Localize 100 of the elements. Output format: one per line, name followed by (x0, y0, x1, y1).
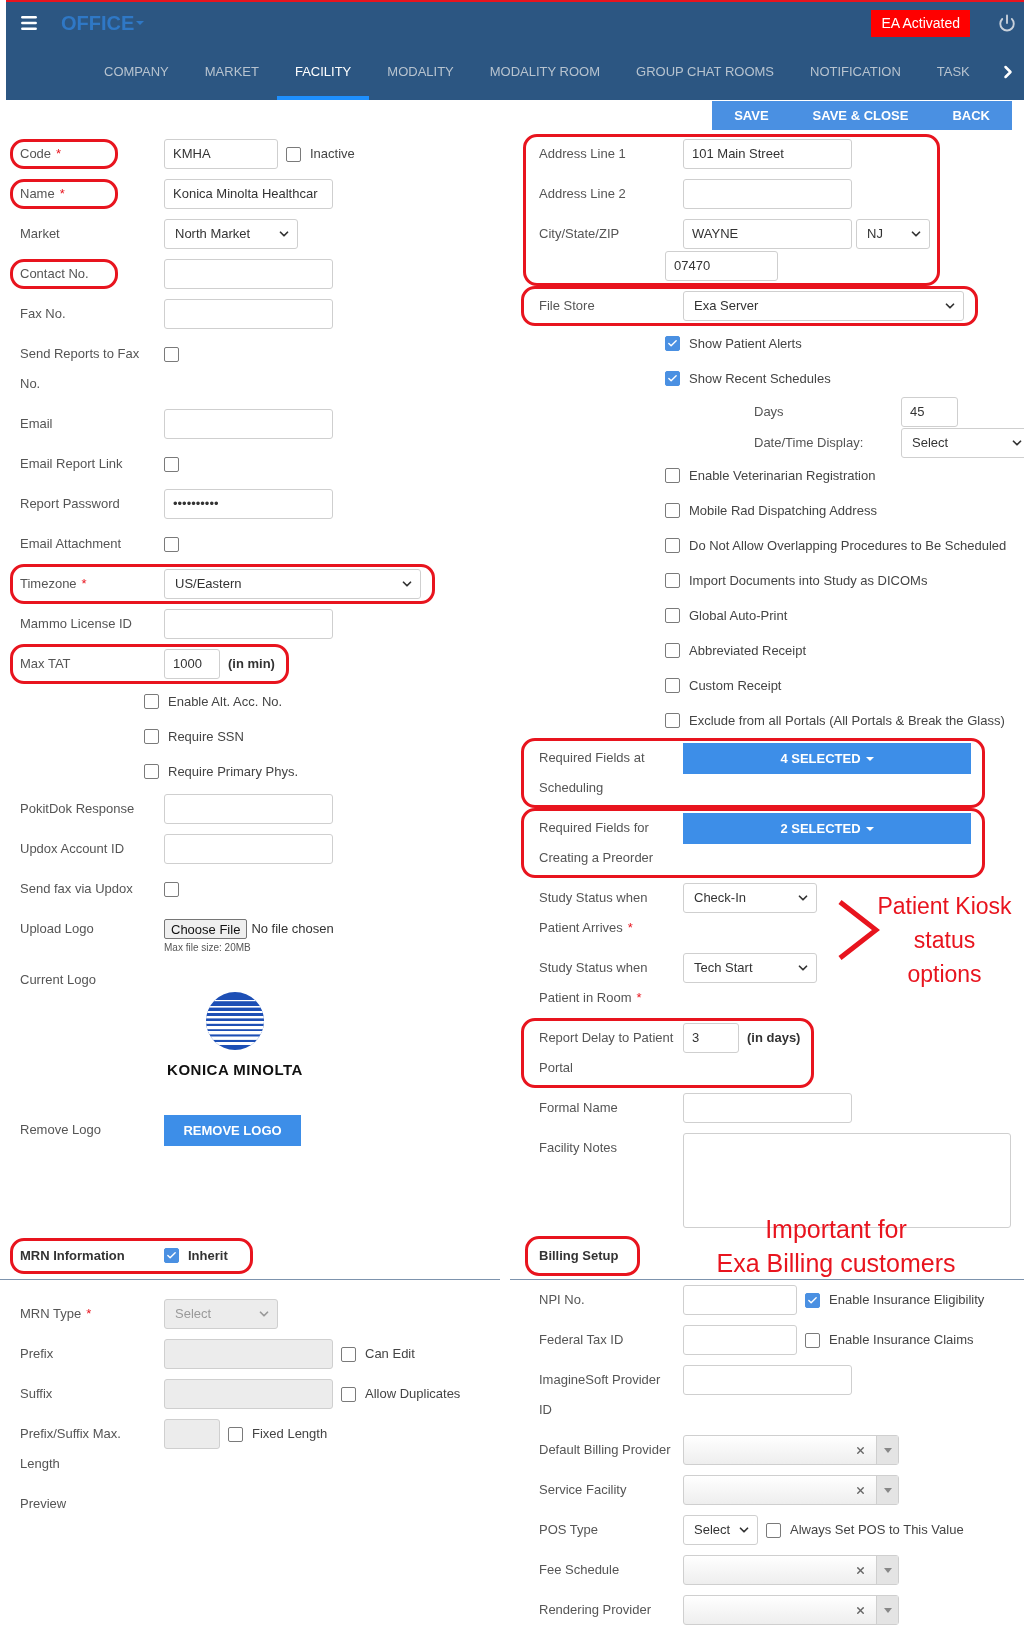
text-field[interactable]: KMHA (164, 139, 278, 169)
dropdown[interactable]: North Market (164, 219, 298, 249)
field-label: Report Delay to Patient Portal (539, 1029, 674, 1077)
text-field[interactable]: 1000 (164, 649, 220, 679)
field-label: Days (754, 402, 785, 421)
dropdown[interactable]: NJ (856, 219, 930, 249)
section-title: MRN Information (20, 1246, 126, 1265)
checkbox-label: Enable Insurance Eligibility (829, 1291, 985, 1310)
checkbox-label: Enable Alt. Acc. No. (168, 692, 283, 711)
checkbox-label: Abbreviated Receipt (689, 641, 807, 660)
field-label: MRN Type * (20, 1305, 92, 1323)
dropdown[interactable]: US/Eastern (164, 569, 421, 599)
checkbox-label: Show Recent Schedules (689, 369, 831, 388)
text-field[interactable]: 3 (683, 1023, 739, 1053)
field-label: ImagineSoft Provider ID (539, 1371, 661, 1419)
field-label: Preview (20, 1495, 67, 1513)
field-label: Max TAT (20, 655, 71, 673)
status-badge: EA Activated (871, 9, 970, 37)
field-label: Facility Notes (539, 1139, 618, 1157)
field-label: Address Line 1 (539, 145, 626, 163)
checkbox-label: Fixed Length (252, 1425, 328, 1444)
checkbox-label: Enable Veterinarian Registration (689, 466, 876, 485)
text-field[interactable]: Konica Minolta Healthcar (164, 179, 333, 209)
nav-tab[interactable]: MODALITY ROOM (471, 44, 619, 100)
section-title: Billing Setup (539, 1246, 619, 1265)
field-label: Market (20, 225, 60, 243)
field-label: City/State/ZIP (539, 225, 620, 243)
field-label: Email Report Link (20, 455, 123, 473)
dropdown[interactable]: Select (683, 1515, 758, 1545)
nav-tab[interactable]: TASK (918, 44, 988, 100)
checkbox-label: Global Auto-Print (689, 606, 788, 625)
field-label: Prefix/Suffix Max. Length (20, 1425, 121, 1473)
dropdown[interactable]: Select (901, 427, 1024, 458)
checkbox-label: Can Edit (365, 1345, 415, 1364)
field-label: Current Logo (20, 971, 96, 989)
choose-file-button[interactable]: Choose File (164, 919, 248, 939)
unit-label: (in min) (228, 655, 275, 674)
dropdown[interactable]: Check-In (683, 883, 817, 913)
field-label: Service Facility (539, 1481, 627, 1499)
nav-tab[interactable]: GROUP CHAT ROOMS (618, 44, 792, 100)
nav-tab[interactable]: FACILITY (276, 44, 370, 100)
field-label: Updox Account ID (20, 840, 125, 858)
field-label: Mammo License ID (20, 615, 132, 633)
field-label: Required Fields at Scheduling (539, 749, 645, 797)
file-size-note: Max file size: 20MB (164, 941, 252, 955)
field-label: Email (20, 415, 53, 433)
field-label: Contact No. (20, 265, 89, 283)
checkbox-label: Enable Insurance Claims (829, 1331, 974, 1350)
checkbox-label: Show Patient Alerts (689, 334, 802, 353)
field-label: Date/Time Display: (754, 433, 865, 452)
field-label: Study Status when Patient in Room * (539, 959, 648, 1007)
unit-label: (in days) (747, 1029, 801, 1048)
checkbox-label: Require Primary Phys. (168, 762, 299, 781)
nav-tab[interactable]: NOTIFICATION (792, 44, 919, 100)
text-field[interactable]: 101 Main Street (683, 139, 852, 169)
field-label: Prefix (20, 1345, 54, 1363)
field-label: Formal Name (539, 1099, 618, 1117)
field-label: PokitDok Response (20, 800, 135, 818)
checkbox-label: Custom Receipt (689, 676, 782, 695)
checkbox-label: Do Not Allow Overlapping Procedures to Be Scheduled (689, 536, 1007, 555)
field-label: Address Line 2 (539, 185, 626, 203)
text-field[interactable]: 45 (901, 396, 958, 427)
text-field[interactable]: WAYNE (683, 219, 852, 249)
checkbox-label: Exclude from all Portals (All Portals & Break the Glass) (689, 711, 1005, 730)
checkbox-label: Mobile Rad Dispatching Address (689, 501, 877, 520)
annotation-text: Patient Kiosk status options (876, 892, 1013, 989)
checkbox-label: Allow Duplicates (365, 1385, 461, 1404)
dropdown[interactable]: Tech Start (683, 953, 817, 983)
annotation-text: Important for Exa Billing customers (715, 1214, 957, 1279)
dropdown[interactable]: Exa Server (683, 291, 964, 321)
field-label: Remove Logo (20, 1121, 101, 1139)
nav-tab[interactable]: MODALITY (369, 44, 472, 100)
checkbox-label: Inherit (188, 1246, 228, 1265)
field-label: Report Password (20, 495, 120, 513)
field-label: Name * (20, 185, 65, 203)
checkbox-label: Require SSN (168, 727, 244, 746)
checkbox-label: Import Documents into Study as DICOMs (689, 571, 928, 590)
field-label: Code * (20, 145, 62, 163)
file-status: No file chosen (251, 920, 334, 939)
field-label: Default Billing Provider (539, 1441, 671, 1459)
text-field[interactable]: •••••••••• (164, 489, 333, 519)
field-label: POS Type (539, 1521, 598, 1539)
field-label: Fee Schedule (539, 1561, 620, 1579)
nav-tab[interactable]: MARKET (186, 44, 277, 100)
nav-tab[interactable]: COMPANY (86, 44, 187, 100)
field-label: Upload Logo (20, 920, 94, 938)
checkbox-label: Inactive (310, 145, 355, 164)
field-label: Send fax via Updox (20, 880, 133, 898)
field-label: Rendering Provider (539, 1601, 651, 1619)
field-label: Federal Tax ID (539, 1331, 624, 1349)
field-label: File Store (539, 297, 595, 315)
field-label: Send Reports to Fax No. (20, 345, 140, 393)
text-field[interactable]: 07470 (665, 251, 778, 281)
field-label: Timezone * (20, 575, 87, 593)
field-label: NPI No. (539, 1291, 585, 1309)
field-label: Suffix (20, 1385, 53, 1403)
field-label: Email Attachment (20, 535, 122, 553)
field-label: Study Status when Patient Arrives * (539, 889, 648, 937)
logo-text: KONICA MINOLTA (167, 1060, 303, 1080)
field-label: Fax No. (20, 305, 66, 323)
